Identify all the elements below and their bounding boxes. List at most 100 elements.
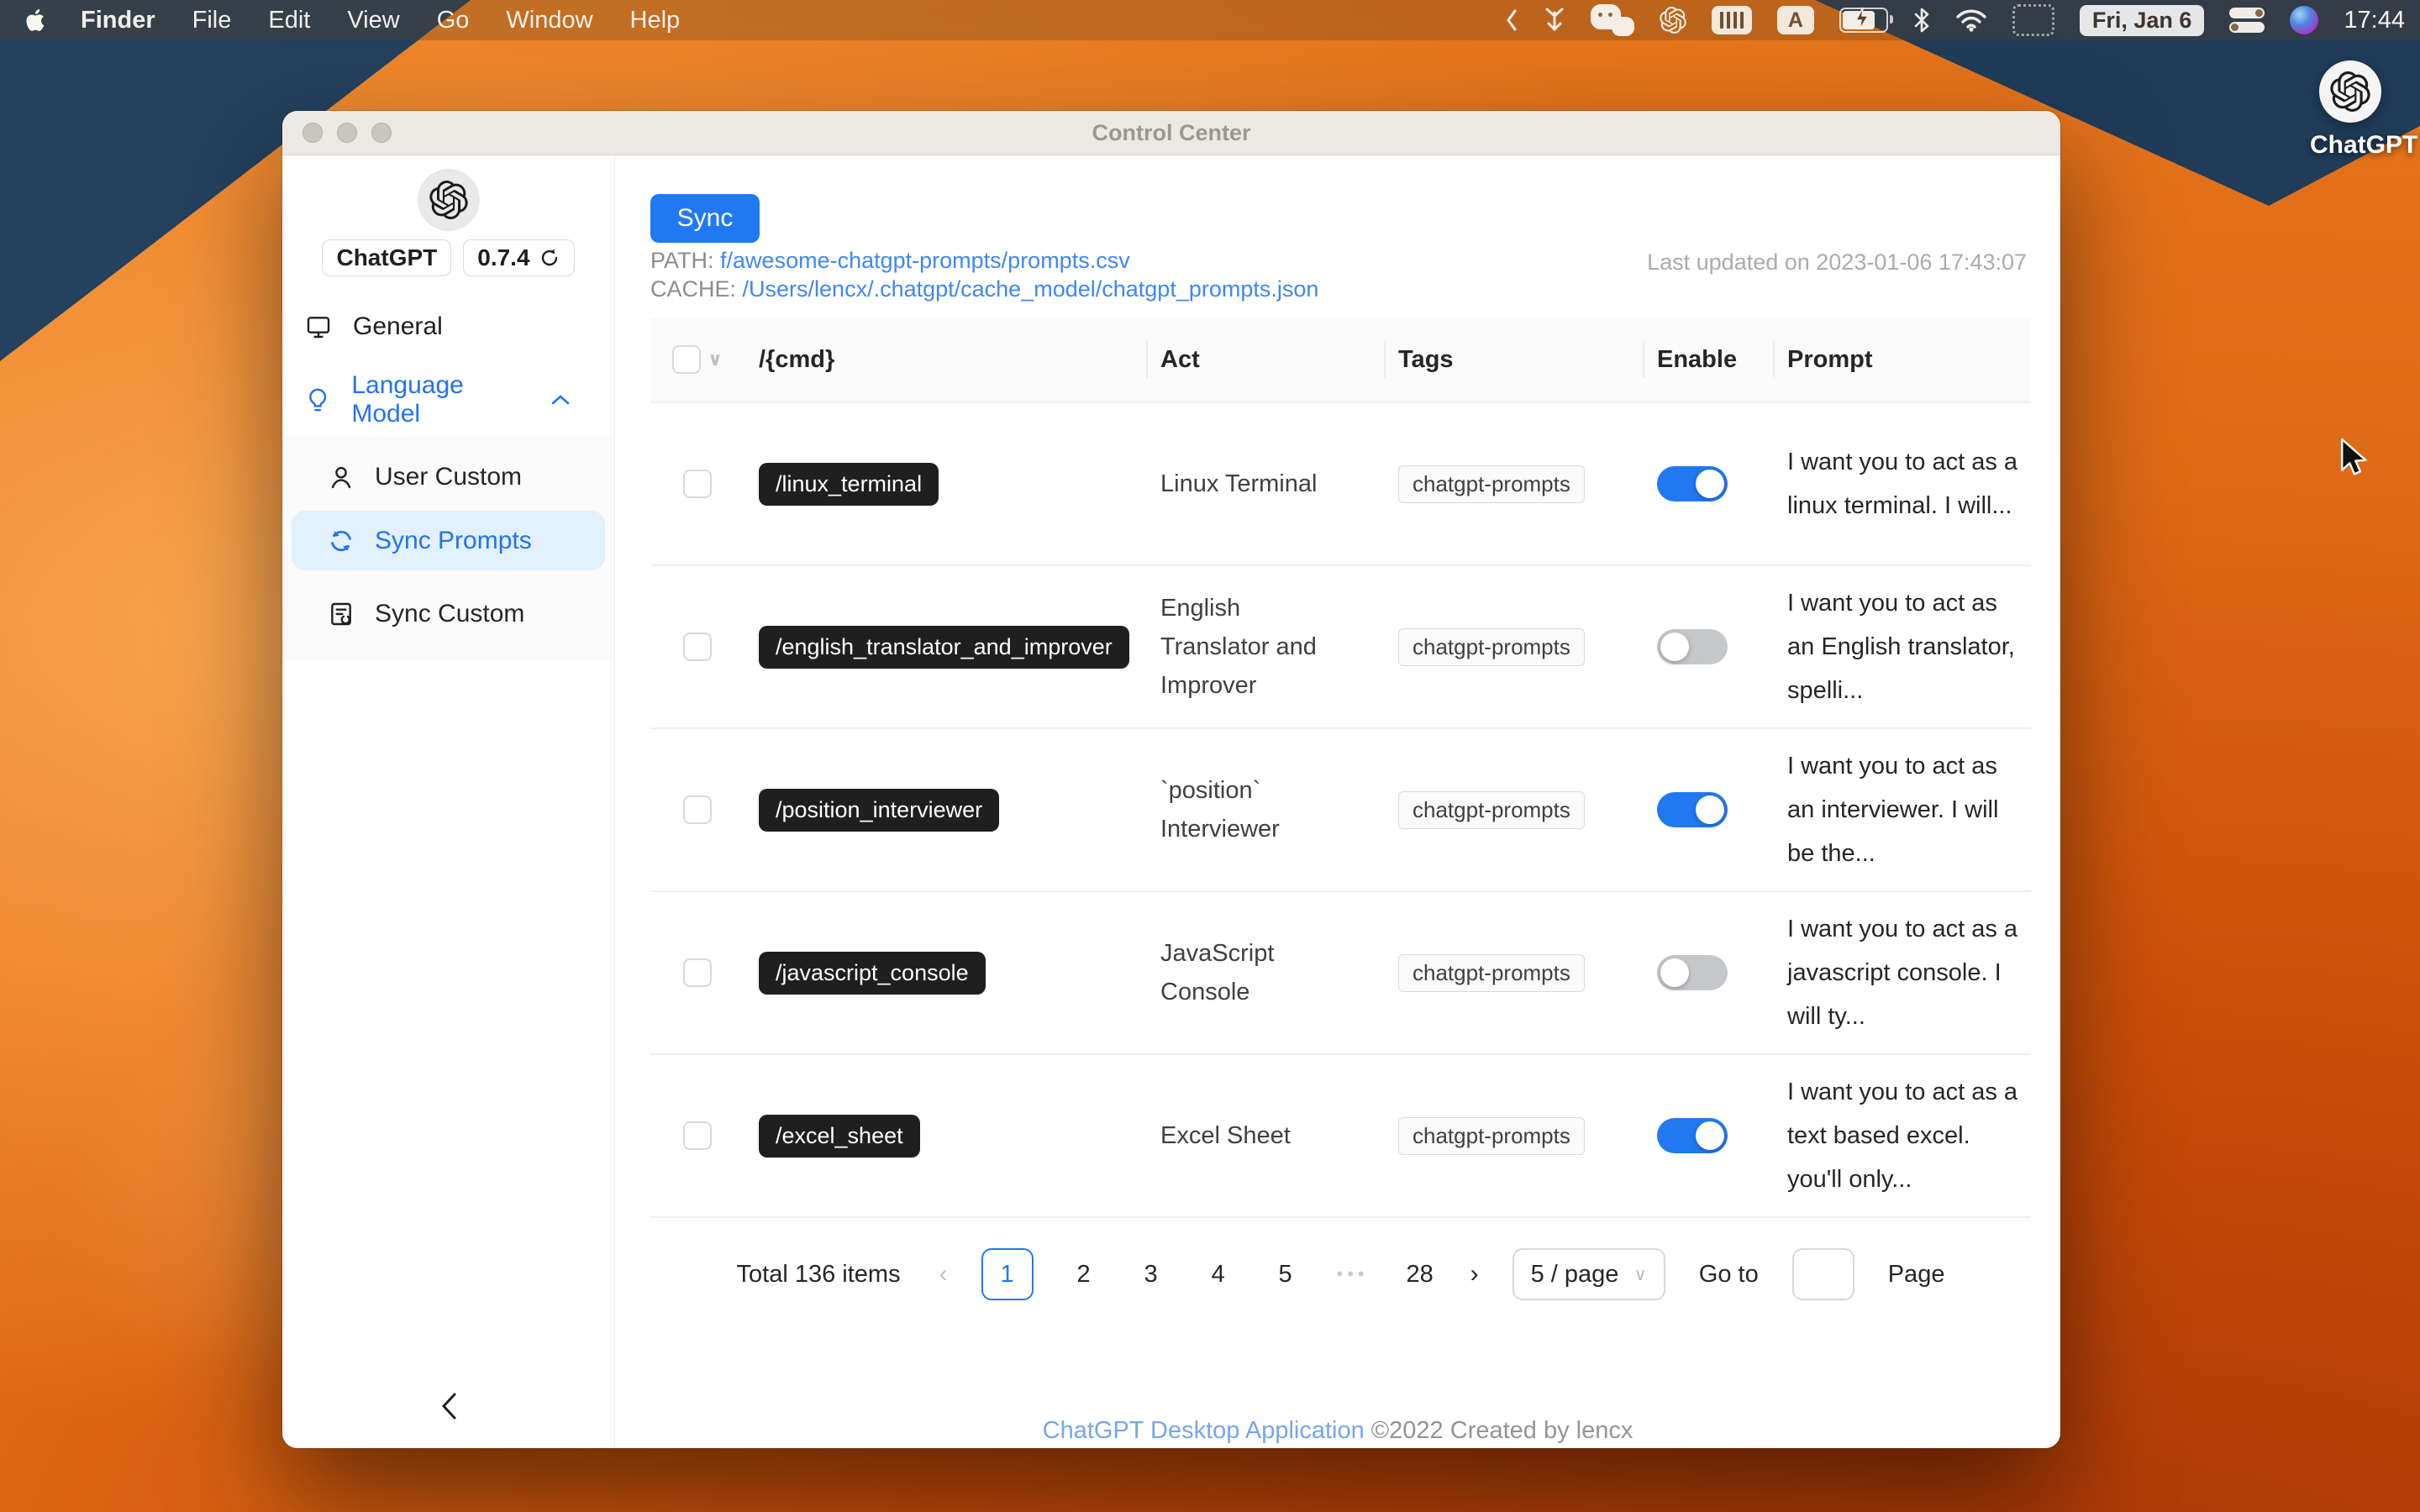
row-checkbox[interactable] bbox=[683, 795, 712, 824]
collapse-sidebar-button[interactable] bbox=[282, 1388, 614, 1425]
chevron-down-icon[interactable]: ∨ bbox=[708, 349, 723, 370]
path-link[interactable]: f/awesome-chatgpt-prompts/prompts.csv bbox=[720, 248, 1130, 273]
tag-badge: chatgpt-prompts bbox=[1398, 953, 1585, 992]
act-label: Linux Terminal bbox=[1160, 470, 1318, 497]
bluetooth-icon[interactable] bbox=[1913, 7, 1930, 34]
page-button-2[interactable]: 2 bbox=[1067, 1261, 1101, 1289]
sidebar-item-label: Sync Prompts bbox=[375, 526, 532, 554]
siri-icon[interactable] bbox=[2290, 6, 2319, 34]
app-footer-link[interactable]: ChatGPT Desktop Application bbox=[1043, 1417, 1365, 1444]
cache-label: CACHE: bbox=[650, 276, 737, 302]
page-size-select[interactable]: 5 / page ∨ bbox=[1512, 1248, 1665, 1300]
pagination: Total 136 items ‹ 1 2 3 4 5 ••• 28 › 5 /… bbox=[650, 1248, 2031, 1300]
menu-file[interactable]: File bbox=[192, 7, 232, 34]
menu-help[interactable]: Help bbox=[630, 7, 681, 34]
page-button-28[interactable]: 28 bbox=[1403, 1261, 1437, 1289]
select-all-checkbox[interactable] bbox=[672, 345, 702, 374]
menu-finder[interactable]: Finder bbox=[81, 7, 155, 34]
menu-view[interactable]: View bbox=[347, 7, 399, 34]
sidebar-item-label: Sync Custom bbox=[375, 600, 525, 627]
row-checkbox[interactable] bbox=[683, 958, 712, 987]
battery-icon[interactable] bbox=[1839, 7, 1893, 33]
clock-label[interactable]: 17:44 bbox=[2344, 7, 2405, 34]
chatgpt-menu-icon[interactable] bbox=[1660, 7, 1686, 34]
act-label: JavaScript Console bbox=[1160, 940, 1275, 1005]
path-label: PATH: bbox=[650, 248, 714, 273]
cmd-tag: /position_interviewer bbox=[759, 788, 1000, 832]
control-center-icon[interactable] bbox=[2229, 8, 2265, 33]
prev-page-button[interactable]: ‹ bbox=[939, 1260, 948, 1289]
row-checkbox[interactable] bbox=[683, 1121, 712, 1150]
chatgpt-app-icon bbox=[2319, 60, 2381, 123]
act-label: `position` Interviewer bbox=[1160, 777, 1280, 843]
input-source-icon[interactable]: A bbox=[1776, 6, 1814, 34]
prompt-preview: I want you to act as a javascript consol… bbox=[1787, 916, 2018, 1030]
sync-icon bbox=[331, 530, 351, 551]
enable-toggle[interactable] bbox=[1657, 629, 1728, 664]
window-footer: ChatGPT Desktop Application ©2022 Create… bbox=[615, 1417, 2060, 1445]
refresh-icon bbox=[541, 249, 557, 266]
menu-go[interactable]: Go bbox=[437, 7, 470, 34]
chatgpt-logo bbox=[417, 169, 480, 231]
page-button-4[interactable]: 4 bbox=[1202, 1261, 1235, 1289]
cmd-tag: /excel_sheet bbox=[759, 1114, 920, 1158]
wifi-icon[interactable] bbox=[1955, 8, 1987, 32]
cache-line: CACHE: /Users/lencx/.chatgpt/cache_model… bbox=[650, 276, 1318, 302]
display-icon[interactable] bbox=[2012, 4, 2054, 36]
drop-arrow-icon[interactable] bbox=[1544, 6, 1565, 34]
enable-toggle[interactable] bbox=[1657, 955, 1728, 990]
enable-toggle[interactable] bbox=[1657, 1118, 1728, 1153]
wechat-icon[interactable] bbox=[1590, 4, 1634, 36]
scan-lines-icon[interactable] bbox=[1711, 6, 1752, 34]
version-badge[interactable]: 0.7.4 bbox=[463, 239, 575, 276]
control-center-window: Control Center ChatGPT 0.7.4 General Lan… bbox=[282, 111, 2060, 1448]
sidebar-item-user-custom[interactable]: User Custom bbox=[282, 452, 614, 502]
page-button-3[interactable]: 3 bbox=[1134, 1261, 1168, 1289]
column-header-cmd: /{cmd} bbox=[759, 345, 835, 373]
row-checkbox[interactable] bbox=[683, 470, 712, 498]
chatgpt-desktop-icon[interactable]: ChatGPT bbox=[2310, 60, 2418, 160]
bulb-icon bbox=[309, 388, 327, 412]
window-titlebar[interactable]: Control Center bbox=[282, 111, 2060, 155]
sidebar-item-general[interactable]: General bbox=[282, 302, 614, 352]
next-page-button[interactable]: › bbox=[1470, 1260, 1479, 1289]
cmd-tag: /linux_terminal bbox=[759, 462, 939, 506]
act-label: English Translator and Improver bbox=[1160, 595, 1317, 699]
date-label[interactable]: Fri, Jan 6 bbox=[2079, 4, 2205, 36]
sidebar-item-label: General bbox=[353, 312, 443, 340]
app-name-badge: ChatGPT bbox=[322, 239, 452, 276]
desktop-icon-label: ChatGPT bbox=[2310, 131, 2418, 159]
language-model-submenu: User Custom Sync Prompts Sync Custom bbox=[282, 435, 614, 660]
column-header-prompt: Prompt bbox=[1773, 318, 2031, 402]
menu-edit[interactable]: Edit bbox=[268, 7, 310, 34]
chevron-down-icon: ∨ bbox=[1634, 1264, 1647, 1284]
table-row: /english_translator_and_improver English… bbox=[650, 566, 2031, 729]
row-checkbox[interactable] bbox=[683, 633, 712, 661]
doc-sync-icon bbox=[331, 602, 351, 626]
menu-window[interactable]: Window bbox=[506, 7, 592, 34]
goto-page-input[interactable] bbox=[1791, 1248, 1854, 1300]
sidebar: ChatGPT 0.7.4 General Language Model Use… bbox=[282, 155, 615, 1448]
path-line: PATH: f/awesome-chatgpt-prompts/prompts.… bbox=[650, 248, 1130, 274]
sidebar-item-language-model[interactable]: Language Model bbox=[282, 371, 614, 428]
ellipsis-pages[interactable]: ••• bbox=[1336, 1263, 1370, 1285]
cache-link[interactable]: /Users/lencx/.chatgpt/cache_model/chatgp… bbox=[743, 276, 1319, 302]
page-button-5[interactable]: 5 bbox=[1269, 1261, 1302, 1289]
chevron-left-icon bbox=[441, 1393, 455, 1420]
table-header: ∨ /{cmd} Act Tags Enable Prompt bbox=[650, 318, 2031, 403]
enable-toggle[interactable] bbox=[1657, 466, 1728, 501]
sidebar-item-sync-prompts[interactable]: Sync Prompts bbox=[292, 511, 605, 570]
apple-menu-icon[interactable] bbox=[25, 8, 47, 33]
page-button-1[interactable]: 1 bbox=[981, 1248, 1034, 1300]
goto-label: Go to bbox=[1698, 1260, 1759, 1288]
sync-button[interactable]: Sync bbox=[650, 194, 760, 243]
prompt-preview: I want you to act as a linux terminal. I… bbox=[1787, 449, 2018, 519]
prompt-preview: I want you to act as a text based excel.… bbox=[1787, 1079, 2018, 1193]
column-header-tags: Tags bbox=[1384, 318, 1643, 402]
sidebar-item-sync-custom[interactable]: Sync Custom bbox=[282, 589, 614, 639]
menu-bar-left: Finder File Edit View Go Window Help bbox=[25, 7, 717, 34]
person-icon bbox=[331, 466, 351, 489]
chevron-left-icon[interactable] bbox=[1505, 8, 1518, 33]
prompts-table: ∨ /{cmd} Act Tags Enable Prompt /linux_t… bbox=[650, 318, 2031, 1218]
enable-toggle[interactable] bbox=[1657, 792, 1728, 827]
